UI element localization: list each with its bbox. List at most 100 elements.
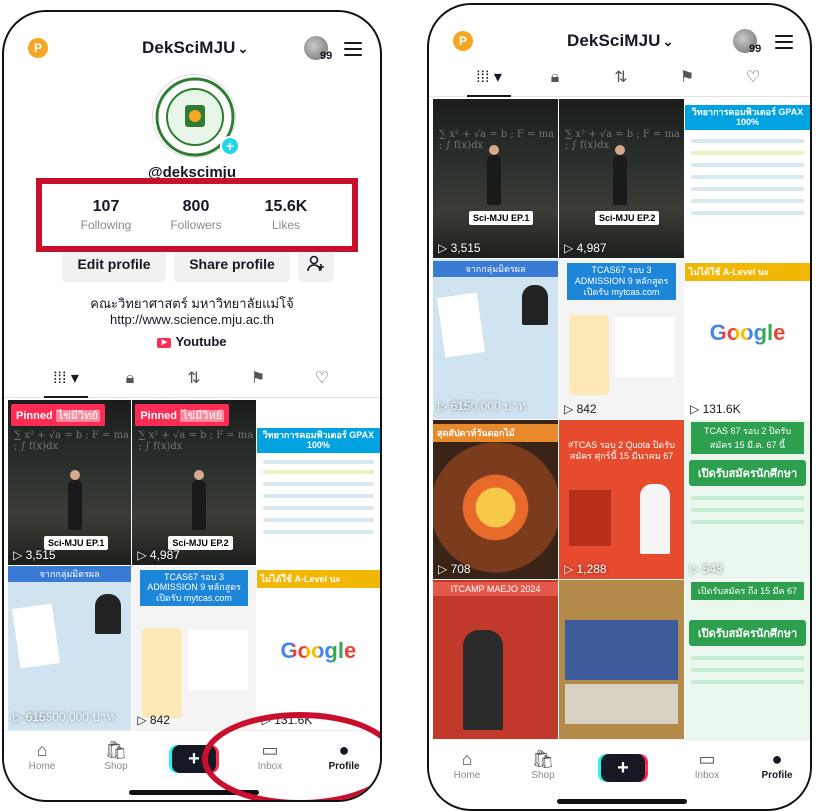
phone-left: P DekSciMJU ⌄ 99 + @dekscimju 107 Followi… [2, 10, 382, 802]
stats-highlight-box [36, 178, 358, 252]
tab-reposts[interactable]: ⇅ [174, 362, 214, 396]
video-thumbnail[interactable]: TCAS 67 รอบ 2 ปิดรับสมัคร 15 มี.ค. 67 นี… [685, 419, 810, 579]
post-title: TCAS67 รอบ 3 ADMISSION 9 หลักสูตร เปิดรั… [140, 569, 248, 606]
view-count: ▷ 1,288 [564, 561, 607, 576]
videos-grid-icon: ⁞⁞⁞ ▾ [476, 69, 502, 86]
nav-inbox[interactable]: ▭ Inbox [677, 748, 737, 781]
chevron-down-icon: ⌄ [237, 41, 249, 56]
top-bar: P DekSciMJU ⌄ 99 [4, 30, 380, 76]
episode-label: Sci-MJU EP.1 [469, 211, 534, 225]
home-icon: ⌂ [36, 740, 48, 760]
post-title: วิทยาการคอมพิวเตอร์ GPAX 100% [685, 105, 810, 130]
tab-private[interactable]: 🔒︎ [535, 61, 575, 95]
video-thumbnail[interactable]: Sci-MJU EP.1 ▷ 3,515 [433, 99, 558, 259]
menu-icon[interactable] [775, 35, 793, 49]
video-thumbnail[interactable]: จากกลุ่มมิตรผล ▷ 6150,000 บาท [433, 259, 558, 419]
video-thumbnail[interactable]: Pinnedไข่มีวิทย์ Sci-MJU EP.1 ▷ 3,515 [8, 400, 132, 565]
video-grid: Sci-MJU EP.1 ▷ 3,515 Sci-MJU EP.2 ▷ 4,98… [433, 99, 810, 739]
video-thumbnail[interactable]: ไม่ได้ใช้ A-Level นะ Google ▷ 131.6K [685, 259, 810, 419]
repost-icon: ⇅ [614, 69, 628, 86]
post-title: จากกลุ่มมิตรผล [8, 565, 132, 582]
view-count: ▷ 842 [137, 713, 170, 727]
nav-profile[interactable]: ● Profile [747, 748, 807, 781]
tab-videos[interactable]: ⁞⁞⁞ ▾ [44, 362, 88, 398]
username[interactable]: DekSciMJU ⌄ [142, 38, 249, 58]
p-coin-icon[interactable]: P [28, 38, 48, 58]
video-thumbnail[interactable]: Sci-MJU EP.2 ▷ 4,987 [559, 99, 684, 259]
video-thumbnail[interactable]: Pinnedไข่มีวิทย์ Sci-MJU EP.2 ▷ 4,987 [132, 400, 256, 565]
username[interactable]: DekSciMJU ⌄ [567, 31, 674, 51]
post-title: ITCAMP MAEJO 2024 [433, 581, 558, 596]
youtube-link[interactable]: ▶ Youtube [4, 334, 380, 349]
video-thumbnail[interactable]: ไม่ได้ใช้ A-Level นะ Google ▷ 131.6K [256, 565, 380, 730]
profile-icon: ● [771, 749, 783, 769]
home-indicator [557, 799, 687, 804]
tab-favorites[interactable]: ⚑ [667, 61, 707, 95]
video-thumbnail[interactable]: TCAS67 รอบ 3 ADMISSION 9 หลักสูตร เปิดรั… [132, 565, 256, 730]
favorites-icon: ⚑ [250, 370, 266, 387]
view-count: ▷ 708 [438, 561, 471, 576]
post-title: TCAS67 รอบ 3 ADMISSION 9 หลักสูตร เปิดรั… [567, 263, 676, 300]
video-thumbnail[interactable] [559, 579, 684, 739]
post-title: ไม่ได้ใช้ A-Level นะ [685, 263, 810, 282]
video-thumbnail[interactable]: เปิดรับสมัคร ถึง 15 มีค 67 เปิดรับสมัครน… [685, 579, 810, 739]
website-link[interactable]: http://www.science.mju.ac.th [4, 312, 380, 327]
video-thumbnail[interactable]: วิทยาการคอมพิวเตอร์ GPAX 100% [256, 400, 380, 565]
plus-icon: + [188, 748, 200, 770]
nav-home[interactable]: ⌂ Home [437, 748, 497, 781]
chevron-down-icon: ⌄ [662, 34, 674, 49]
create-button[interactable]: + [601, 754, 645, 782]
tab-liked[interactable]: ♡ [302, 362, 342, 396]
inbox-icon: ▭ [698, 749, 716, 769]
videos-grid-icon: ⁞⁞⁞ ▾ [53, 370, 79, 387]
repost-icon: ⇅ [187, 370, 201, 387]
post-title: จากกลุ่มมิตรผล [433, 261, 558, 278]
post-subtitle: เปิดรับสมัคร ถึง 15 มีค 67 [691, 581, 804, 600]
bottom-nav: ⌂ Home 🛍︎ Shop + ▭ Inbox ● Profile [429, 739, 810, 801]
tab-liked[interactable]: ♡ [733, 61, 773, 95]
post-title: #TCAS รอบ 2 Quota ปิดรับสมัคร ศุกร์นี้ 1… [568, 439, 675, 461]
video-thumbnail[interactable]: วิทยาการคอมพิวเตอร์ GPAX 100% [685, 99, 810, 259]
add-avatar-icon[interactable]: + [220, 136, 240, 156]
nav-shop[interactable]: 🛍︎ Shop [513, 748, 573, 781]
p-coin-icon[interactable]: P [453, 31, 473, 51]
google-text: Google [709, 319, 786, 345]
profile-tabs: ⁞⁞⁞ ▾ 🔒︎ ⇅ ⚑ ♡ [429, 61, 810, 97]
episode-label: Sci-MJU EP.2 [595, 211, 660, 225]
view-count: ▷ 4,987 [137, 547, 180, 562]
pinned-badge: Pinned ไข่มีวิทย์ [11, 404, 105, 426]
post-subtitle: TCAS 67 รอบ 2 ปิดรับสมัคร 15 มี.ค. 67 นี… [691, 421, 804, 454]
video-thumbnail[interactable]: #TCAS รอบ 2 Quota ปิดรับสมัคร ศุกร์นี้ 1… [559, 419, 684, 579]
tab-videos[interactable]: ⁞⁞⁞ ▾ [467, 61, 511, 97]
view-count: ▷ 131.6K [690, 401, 741, 416]
post-title: วิทยาการคอมพิวเตอร์ GPAX 100% [256, 428, 380, 453]
view-count: ▷ 6150,000 บาท [438, 398, 527, 413]
youtube-icon: ▶ [157, 337, 172, 348]
lock-icon: 🔒︎ [125, 370, 135, 387]
bio: คณะวิทยาศาสตร์ มหาวิทยาลัยแม่โจ้ [90, 296, 294, 311]
video-thumbnail[interactable]: ITCAMP MAEJO 2024 [433, 579, 558, 739]
shop-icon: 🛍︎ [104, 740, 128, 760]
post-title: สุดสัปดาห์วันดอกไม้ [433, 423, 558, 442]
video-thumbnail[interactable]: สุดสัปดาห์วันดอกไม้ ▷ 708 [433, 419, 558, 579]
tab-reposts[interactable]: ⇅ [601, 61, 641, 95]
view-count: ▷ 842 [564, 401, 597, 416]
shop-icon: 🛍︎ [531, 749, 555, 769]
tab-private[interactable]: 🔒︎ [110, 362, 150, 396]
profile-tabs: ⁞⁞⁞ ▾ 🔒︎ ⇅ ⚑ ♡ [4, 362, 380, 398]
google-text: Google [280, 637, 357, 663]
video-thumbnail[interactable]: จากกลุ่มมิตรผล ▷ 615500,000 บาท [8, 565, 132, 730]
video-grid: Pinnedไข่มีวิทย์ Sci-MJU EP.1 ▷ 3,515 Pi… [8, 400, 380, 730]
tab-favorites[interactable]: ⚑ [238, 362, 278, 396]
menu-icon[interactable] [344, 42, 362, 56]
video-thumbnail[interactable]: TCAS67 รอบ 3 ADMISSION 9 หลักสูตร เปิดรั… [559, 259, 684, 419]
profile-handle: @dekscimju [148, 164, 236, 178]
view-count: ▷ 3,515 [13, 547, 56, 562]
home-icon: ⌂ [461, 749, 473, 769]
liked-icon: ♡ [314, 370, 330, 387]
nav-shop[interactable]: 🛍︎ Shop [86, 739, 146, 772]
notification-badge: 99 [749, 43, 762, 55]
notification-badge: 99 [320, 50, 333, 62]
view-count: ▷ 615500,000 บาท [13, 710, 115, 724]
nav-home[interactable]: ⌂ Home [12, 739, 72, 772]
